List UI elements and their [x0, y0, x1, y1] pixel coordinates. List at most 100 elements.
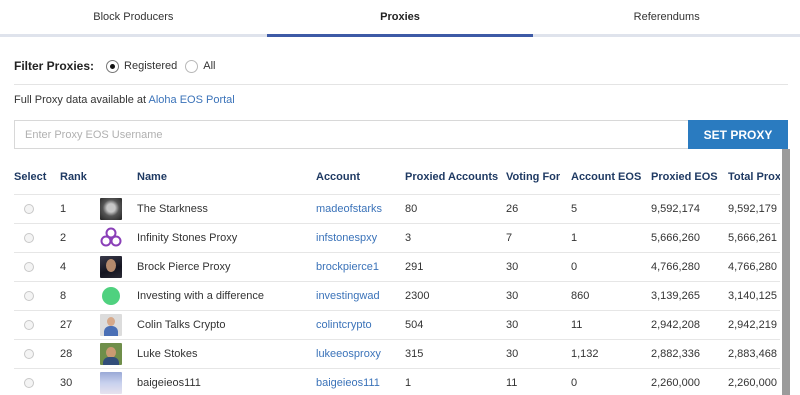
avatar-cell	[100, 368, 137, 395]
account-eos-cell: 0	[571, 252, 651, 282]
table-row[interactable]: 1 The Starkness madeofstarks 80 26 5 9,5…	[14, 194, 780, 224]
column-header	[100, 160, 137, 195]
select-cell	[14, 194, 60, 224]
proxied-accounts-cell: 3	[405, 223, 506, 253]
voting-for-cell: 30	[506, 339, 571, 369]
account-eos-cell: 11	[571, 310, 651, 340]
table-header-row: Select Rank Name Account Proxied Account…	[14, 160, 780, 195]
total-proxy-cell: 4,766,280	[728, 252, 780, 282]
filter-proxies: Filter Proxies: Registered All	[14, 56, 223, 76]
filter-all-label[interactable]: All	[203, 60, 215, 72]
account-eos-cell: 0	[571, 368, 651, 395]
rank-cell: 28	[60, 339, 100, 369]
table-row[interactable]: 2 Infinity Stones Proxy infstonespxy 3 7…	[14, 223, 780, 253]
account-link[interactable]: lukeeosproxy	[316, 339, 405, 369]
tab-block-producers[interactable]: Block Producers	[0, 0, 267, 34]
proxied-accounts-cell: 315	[405, 339, 506, 369]
baige-photo-avatar	[100, 371, 122, 394]
portal-info: Full Proxy data available at Aloha EOS P…	[14, 94, 235, 106]
tab-proxies[interactable]: Proxies	[266, 0, 534, 37]
name-cell: The Starkness	[137, 194, 316, 224]
voting-for-cell: 30	[506, 252, 571, 282]
table-scrollbar[interactable]	[782, 149, 790, 395]
table-row[interactable]: 28 Luke Stokes lukeeosproxy 315 30 1,132…	[14, 339, 780, 369]
proxy-table-container: Select Rank Name Account Proxied Account…	[14, 160, 780, 395]
column-header[interactable]: Total Proxy	[728, 160, 780, 195]
total-proxy-cell: 2,942,219	[728, 310, 780, 340]
proxied-eos-cell: 2,942,208	[651, 310, 728, 340]
select-radio[interactable]	[24, 261, 34, 272]
divider	[14, 84, 788, 85]
proxied-eos-cell: 5,666,260	[651, 223, 728, 253]
column-header[interactable]: Name	[137, 160, 316, 195]
total-proxy-cell: 2,883,468	[728, 339, 780, 369]
account-link[interactable]: infstonespxy	[316, 223, 405, 253]
voting-for-cell: 26	[506, 194, 571, 224]
select-cell	[14, 223, 60, 253]
proxied-accounts-cell: 80	[405, 194, 506, 224]
table-row[interactable]: 27 Colin Talks Crypto colintcrypto 504 3…	[14, 310, 780, 340]
total-proxy-cell: 3,140,125	[728, 281, 780, 311]
set-proxy-button[interactable]: SET PROXY	[688, 120, 788, 149]
column-header[interactable]: Proxied Accounts	[405, 160, 506, 195]
filter-registered-label[interactable]: Registered	[124, 60, 177, 72]
select-cell	[14, 368, 60, 395]
proxied-eos-cell: 4,766,280	[651, 252, 728, 282]
rank-cell: 8	[60, 281, 100, 311]
filter-registered-radio[interactable]	[106, 59, 120, 73]
name-cell: Colin Talks Crypto	[137, 310, 316, 340]
aloha-eos-portal-link[interactable]: Aloha EOS Portal	[149, 94, 235, 106]
name-cell: baigeieos111	[137, 368, 316, 395]
select-radio[interactable]	[24, 290, 34, 301]
column-header[interactable]: Account EOS	[571, 160, 651, 195]
proxy-search: SET PROXY	[14, 120, 788, 149]
account-link[interactable]: baigeieos111	[316, 368, 405, 395]
account-link[interactable]: brockpierce1	[316, 252, 405, 282]
account-eos-cell: 5	[571, 194, 651, 224]
green-circle-avatar	[102, 286, 120, 305]
proxied-eos-cell: 3,139,265	[651, 281, 728, 311]
column-header[interactable]: Rank	[60, 160, 100, 195]
account-eos-cell: 1,132	[571, 339, 651, 369]
voting-for-cell: 30	[506, 310, 571, 340]
select-radio[interactable]	[24, 348, 34, 359]
select-radio[interactable]	[24, 377, 34, 388]
column-header[interactable]: Proxied EOS	[651, 160, 728, 195]
proxy-username-input[interactable]	[14, 120, 688, 149]
select-cell	[14, 281, 60, 311]
column-header: Select	[14, 160, 60, 195]
account-link[interactable]: colintcrypto	[316, 310, 405, 340]
table-row[interactable]: 8 Investing with a difference investingw…	[14, 281, 780, 311]
scrollbar-thumb[interactable]	[782, 149, 790, 395]
filter-all-radio[interactable]	[185, 59, 199, 73]
total-proxy-cell: 5,666,261	[728, 223, 780, 253]
select-radio[interactable]	[24, 232, 34, 243]
column-header[interactable]: Voting For	[506, 160, 571, 195]
column-header[interactable]: Account	[316, 160, 405, 195]
select-radio[interactable]	[24, 319, 34, 330]
avatar-cell	[100, 281, 137, 311]
infinity-knot-avatar	[100, 227, 122, 246]
voting-for-cell: 30	[506, 281, 571, 311]
tab-referendums[interactable]: Referendums	[533, 0, 800, 34]
account-eos-cell: 860	[571, 281, 651, 311]
account-link[interactable]: investingwad	[316, 281, 405, 311]
select-cell	[14, 339, 60, 369]
avatar-cell	[100, 310, 137, 340]
avatar-cell	[100, 194, 137, 224]
brock-photo-avatar	[100, 255, 122, 278]
rank-cell: 4	[60, 252, 100, 282]
account-eos-cell: 1	[571, 223, 651, 253]
rank-cell: 2	[60, 223, 100, 253]
name-cell: Investing with a difference	[137, 281, 316, 311]
total-proxy-cell: 2,260,000	[728, 368, 780, 395]
voting-for-cell: 11	[506, 368, 571, 395]
proxy-table: Select Rank Name Account Proxied Account…	[14, 160, 780, 395]
proxied-accounts-cell: 504	[405, 310, 506, 340]
table-row[interactable]: 30 baigeieos111 baigeieos111 1 11 0 2,26…	[14, 368, 780, 395]
rank-cell: 1	[60, 194, 100, 224]
select-radio[interactable]	[24, 203, 34, 214]
account-link[interactable]: madeofstarks	[316, 194, 405, 224]
table-row[interactable]: 4 Brock Pierce Proxy brockpierce1 291 30…	[14, 252, 780, 282]
luke-photo-avatar	[100, 342, 122, 365]
